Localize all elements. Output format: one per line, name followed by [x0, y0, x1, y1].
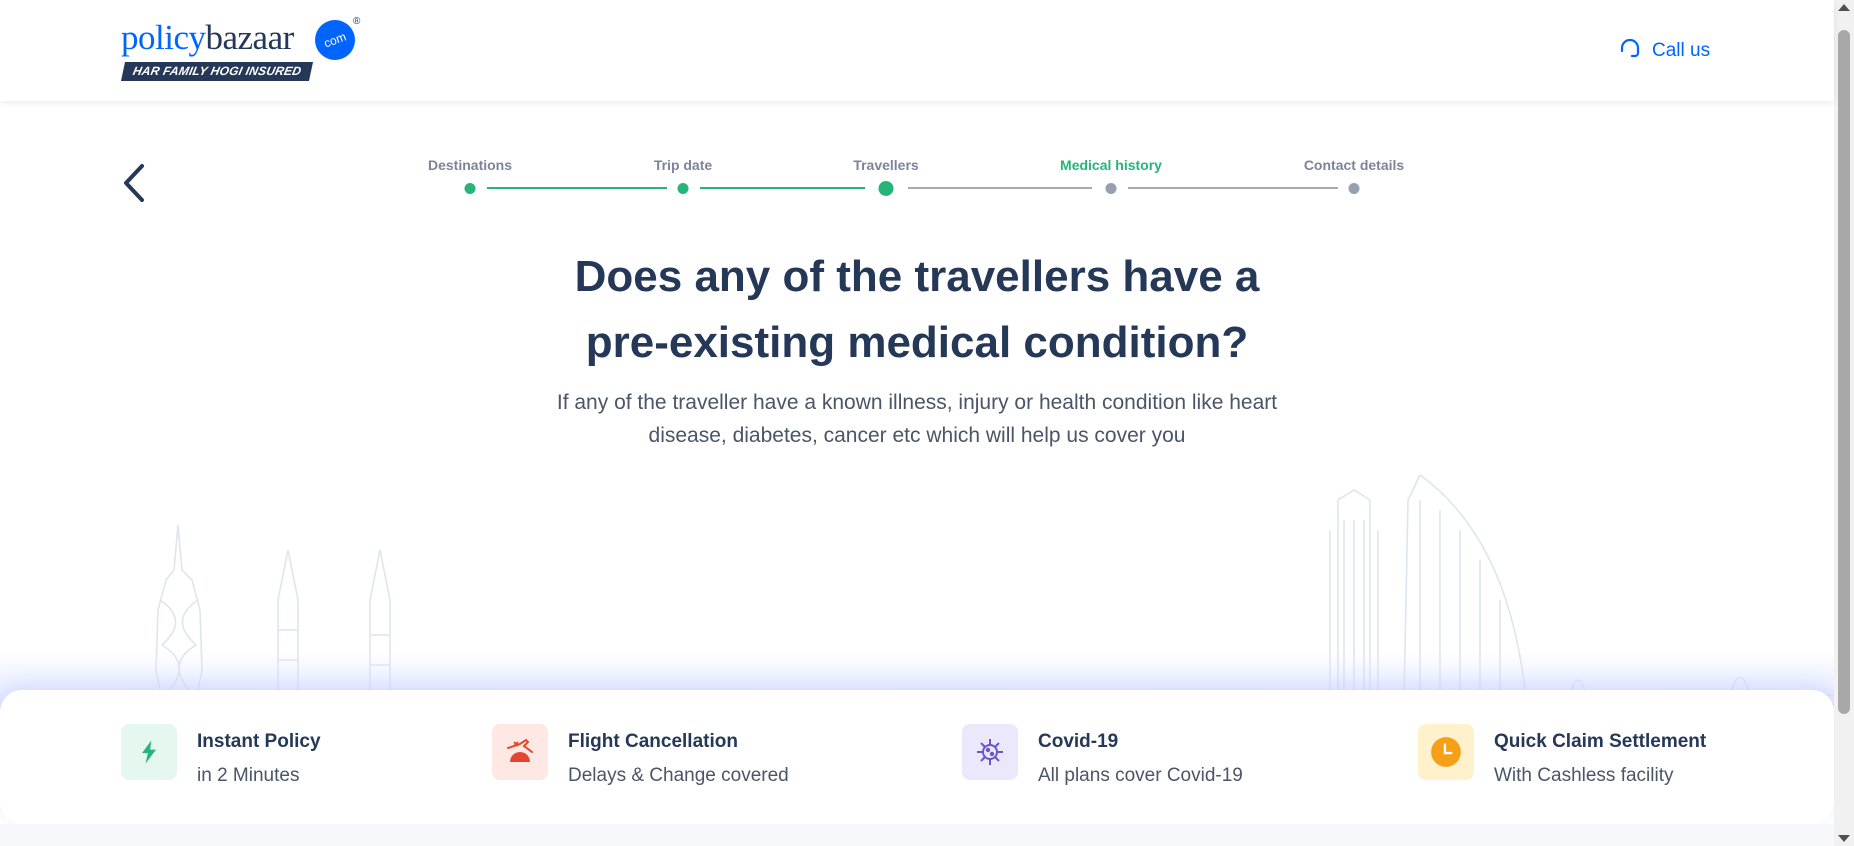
feature-title: Instant Policy [197, 731, 321, 752]
feature-covid: Covid-19 All plans cover Covid-19 [962, 724, 1243, 788]
title-line-1: Does any of the travellers have a [574, 252, 1260, 301]
feature-title: Flight Cancellation [568, 731, 738, 752]
step-label-destinations[interactable]: Destinations [428, 157, 512, 173]
step-connector [908, 187, 1092, 189]
step-dot-trip-date [677, 183, 689, 194]
features-bar: Instant Policy in 2 Minutes Flight Cance… [0, 690, 1834, 824]
feature-instant-policy: Instant Policy in 2 Minutes [121, 724, 321, 788]
step-connector [1128, 187, 1338, 189]
feature-quick-claim: Quick Claim Settlement With Cashless fac… [1418, 724, 1706, 788]
scroll-down-arrow-icon[interactable] [1838, 835, 1850, 842]
subtitle-line-2: disease, diabetes, cancer etc which will… [648, 424, 1186, 447]
subtitle-line-1: If any of the traveller have a known ill… [556, 391, 1278, 414]
logo-text-bazaar: bazaar [205, 18, 294, 57]
virus-icon [962, 724, 1018, 780]
lightning-icon [121, 724, 177, 780]
flight-cancel-icon [492, 724, 548, 780]
headset-icon [1618, 36, 1642, 66]
step-label-travellers[interactable]: Travellers [853, 157, 918, 173]
page-subtitle: If any of the traveller have a known ill… [517, 386, 1317, 452]
feature-title: Covid-19 [1038, 731, 1119, 752]
scroll-up-arrow-icon[interactable] [1838, 4, 1850, 11]
feature-subtitle: With Cashless facility [1494, 765, 1674, 786]
page-bottom-strip [0, 824, 1834, 846]
step-label-trip-date[interactable]: Trip date [654, 157, 712, 173]
call-us-button[interactable]: Call us [1618, 36, 1710, 66]
feature-subtitle: Delays & Change covered [568, 765, 789, 786]
scrollbar-thumb[interactable] [1838, 30, 1850, 714]
step-connector [700, 187, 865, 189]
title-line-2: pre-existing medical condition? [585, 318, 1249, 367]
step-dot-medical-history [1105, 183, 1117, 194]
logo-tagline: HAR FAMILY HOGI INSURED [120, 62, 314, 81]
feature-flight-cancellation: Flight Cancellation Delays & Change cove… [492, 724, 789, 788]
feature-title: Quick Claim Settlement [1494, 731, 1707, 752]
step-label-contact-details: Contact details [1303, 157, 1405, 173]
top-header: policybazaar com ® HAR FAMILY HOGI INSUR… [0, 0, 1834, 101]
step-connector [487, 187, 667, 189]
logo-text-policy: policy [121, 18, 206, 57]
step-label-medical-history: Medical history [1060, 157, 1162, 173]
page-title: Does any of the travellers have a pre-ex… [477, 244, 1357, 376]
logo-registered-mark: ® [353, 16, 361, 27]
step-dot-destinations [464, 183, 476, 194]
feature-subtitle: in 2 Minutes [197, 765, 300, 786]
feature-subtitle: All plans cover Covid-19 [1038, 765, 1243, 786]
call-us-label: Call us [1652, 40, 1711, 61]
step-dot-travellers [878, 181, 894, 196]
clock-icon [1418, 724, 1474, 780]
step-dot-contact-details [1348, 183, 1360, 194]
vertical-scrollbar[interactable] [1834, 0, 1854, 846]
policybazaar-logo[interactable]: policybazaar com ® HAR FAMILY HOGI INSUR… [120, 14, 361, 82]
